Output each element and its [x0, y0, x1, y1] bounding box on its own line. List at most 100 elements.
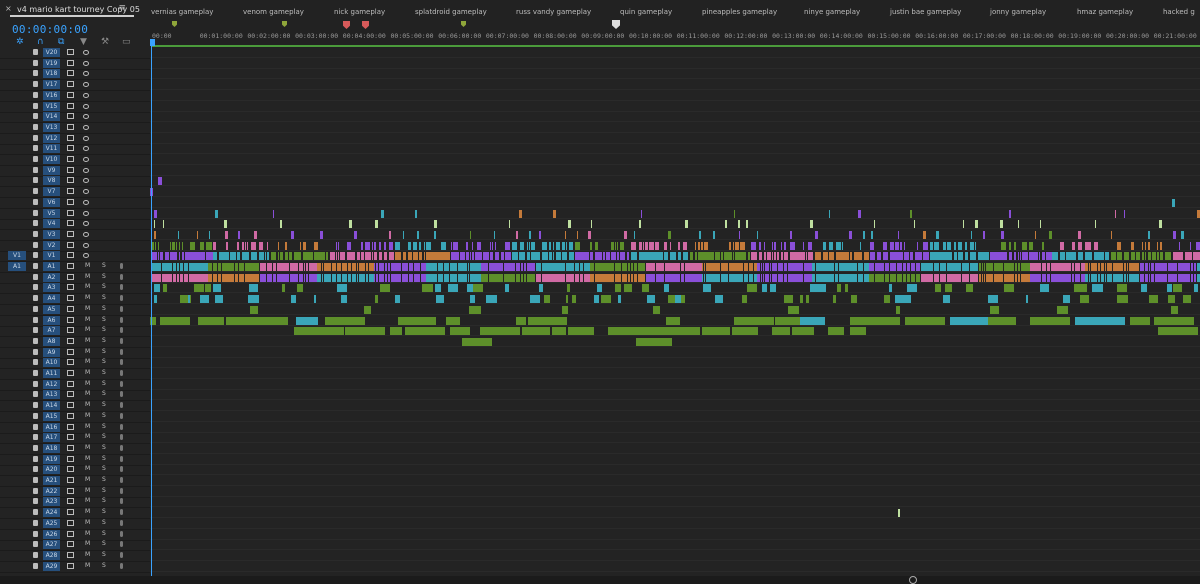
sync-lock-icon[interactable] — [67, 145, 74, 152]
eye-icon[interactable] — [83, 231, 89, 237]
timeline-clip[interactable] — [673, 252, 676, 261]
timeline-clip[interactable] — [775, 316, 800, 325]
timeline-clip[interactable] — [1173, 284, 1182, 293]
sync-lock-icon[interactable] — [67, 541, 74, 548]
snap-magnet-icon[interactable]: ∩ — [37, 37, 44, 47]
timeline-clip[interactable] — [770, 273, 771, 282]
track-header-a11[interactable]: A11 M S — [0, 369, 150, 380]
mute-button[interactable]: M — [85, 530, 90, 537]
timeline-clip[interactable] — [896, 305, 900, 314]
track-label[interactable]: V11 — [43, 144, 60, 154]
timeline-clip[interactable] — [235, 273, 238, 282]
timeline-clip[interactable] — [263, 273, 266, 282]
track-header-v16[interactable]: V16 — [0, 90, 150, 102]
mic-icon[interactable] — [120, 316, 123, 323]
timeline-clip[interactable] — [532, 263, 535, 271]
timeline-clip[interactable] — [650, 273, 655, 282]
solo-button[interactable]: S — [102, 305, 106, 312]
eye-icon[interactable] — [83, 221, 89, 227]
timeline-clip[interactable] — [670, 241, 671, 250]
timeline-clip[interactable] — [617, 241, 618, 250]
sync-lock-icon[interactable] — [67, 252, 74, 259]
timeline-clip[interactable] — [784, 273, 787, 282]
timeline-clip[interactable] — [382, 263, 384, 271]
eye-icon[interactable] — [83, 146, 89, 152]
timeline-clip[interactable] — [907, 252, 909, 261]
timeline-clip[interactable] — [625, 263, 627, 271]
marker-label[interactable]: vernias gameplay — [151, 8, 213, 16]
mic-icon[interactable] — [120, 295, 123, 302]
timeline-clip[interactable] — [751, 252, 757, 261]
timeline-clip[interactable] — [615, 252, 616, 261]
timeline-clip[interactable] — [267, 273, 272, 282]
timeline-clip[interactable] — [713, 230, 715, 239]
lock-icon[interactable] — [33, 70, 38, 77]
timeline-clip[interactable] — [903, 263, 906, 271]
wrench-icon[interactable]: ⚒ — [101, 37, 109, 47]
timeline-clip[interactable] — [1015, 252, 1016, 261]
track-lane[interactable] — [150, 187, 1200, 198]
timeline-clip[interactable] — [365, 241, 370, 250]
timeline-clip[interactable] — [1179, 241, 1180, 250]
timeline-clip[interactable] — [664, 284, 669, 293]
timeline-clip[interactable] — [725, 220, 727, 229]
timeline-clip[interactable] — [1094, 241, 1098, 250]
timeline-clip[interactable] — [1163, 263, 1167, 271]
timeline-clip[interactable] — [1131, 252, 1135, 261]
timeline-clip[interactable] — [744, 273, 748, 282]
timeline-clip[interactable] — [413, 252, 418, 261]
timeline-clip[interactable] — [435, 284, 441, 293]
timeline-clip[interactable] — [1142, 252, 1144, 261]
timeline-clip[interactable] — [470, 252, 471, 261]
timeline-clip[interactable] — [409, 263, 413, 271]
timeline-clip[interactable] — [1026, 295, 1028, 304]
timeline-clip[interactable] — [154, 295, 157, 304]
timeline-clip[interactable] — [640, 273, 645, 282]
timeline-clip[interactable] — [806, 295, 809, 304]
timeline-clip[interactable] — [938, 263, 939, 271]
timeline-clip[interactable] — [338, 252, 339, 261]
timeline-clip[interactable] — [1151, 273, 1154, 282]
sync-lock-icon[interactable] — [67, 412, 74, 419]
solo-button[interactable]: S — [102, 497, 106, 504]
timeline-clip[interactable] — [747, 284, 757, 293]
track-label[interactable]: V3 — [43, 229, 60, 239]
timeline-clip[interactable] — [226, 241, 228, 250]
mute-button[interactable]: M — [85, 283, 90, 290]
track-lane[interactable] — [150, 123, 1200, 133]
timeline-clip[interactable] — [1148, 241, 1150, 250]
track-lane[interactable] — [150, 562, 1200, 572]
lock-icon[interactable] — [33, 241, 38, 248]
timeline-clip[interactable] — [1018, 263, 1020, 271]
timeline-clip[interactable] — [218, 273, 221, 282]
timeline-clip[interactable] — [885, 273, 889, 282]
timeline-clip[interactable] — [763, 263, 764, 271]
timeline-clip[interactable] — [332, 263, 336, 271]
timeline-clip[interactable] — [251, 241, 256, 250]
timeline-clip[interactable] — [833, 273, 834, 282]
timeline-clip[interactable] — [1049, 230, 1052, 239]
lock-icon[interactable] — [33, 198, 38, 205]
timeline-clip[interactable] — [395, 241, 400, 250]
timeline-clip[interactable] — [823, 241, 826, 250]
track-lane[interactable] — [150, 530, 1200, 540]
timeline-clip[interactable] — [165, 252, 169, 261]
track-label[interactable]: V18 — [43, 69, 60, 79]
timeline-clip[interactable] — [1004, 284, 1014, 293]
timeline-clip[interactable] — [858, 209, 861, 218]
timeline-clip[interactable] — [965, 273, 969, 282]
timeline-clip[interactable] — [282, 284, 285, 293]
timeline-clip[interactable] — [918, 252, 922, 261]
timeline-clip[interactable] — [237, 241, 239, 250]
timeline-clip[interactable] — [483, 252, 489, 261]
mute-button[interactable]: M — [85, 412, 90, 419]
timeline-clip[interactable] — [297, 284, 303, 293]
timeline-clip[interactable] — [426, 241, 431, 250]
mic-icon[interactable] — [120, 370, 123, 376]
track-label[interactable]: V9 — [43, 165, 60, 175]
timeline-clip[interactable] — [738, 220, 740, 229]
timeline-clip[interactable] — [580, 273, 583, 282]
timeline-clip[interactable] — [858, 273, 863, 282]
timeline-clip[interactable] — [897, 273, 902, 282]
track-label[interactable]: A1 — [43, 262, 60, 271]
